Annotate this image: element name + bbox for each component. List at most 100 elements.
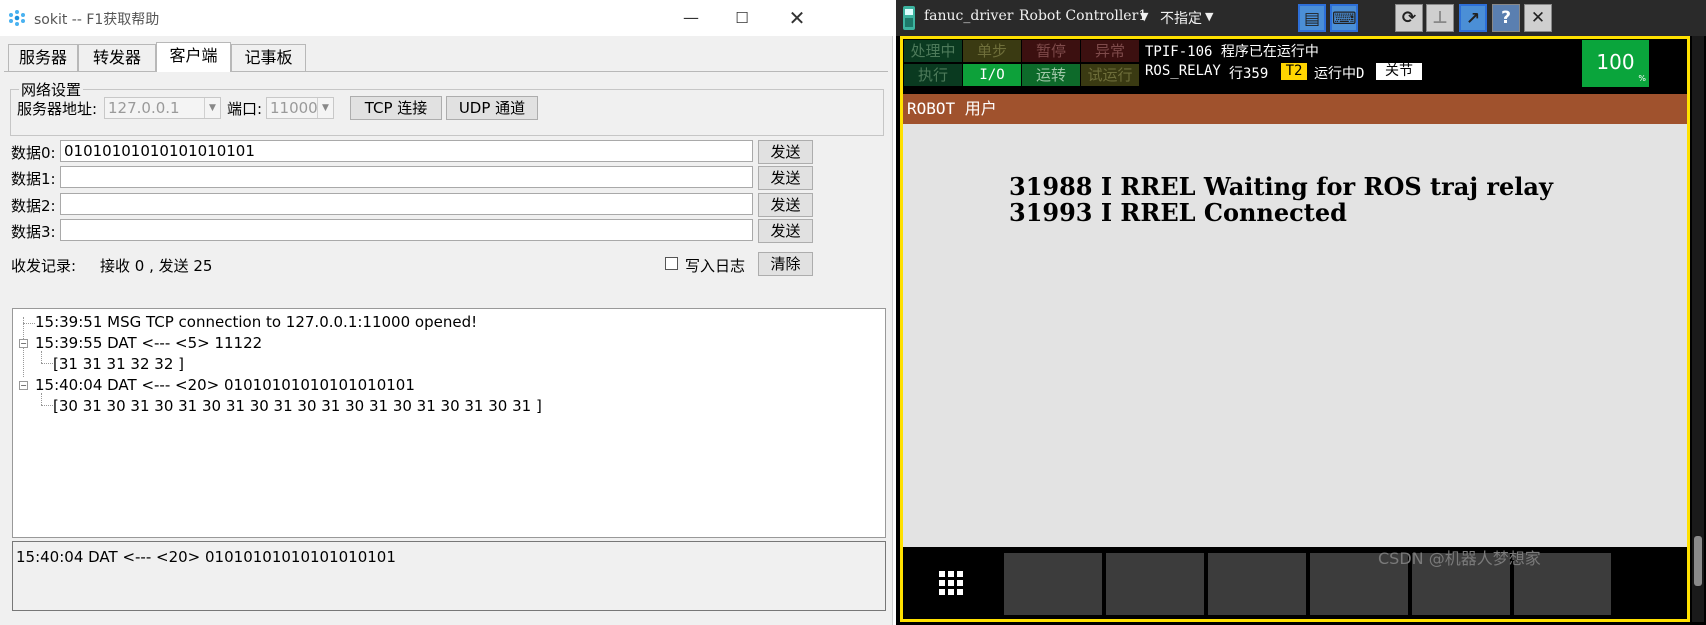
udp-channel-button[interactable]: UDP 通道 [446,96,538,120]
robot-icon[interactable]: ⊥ [1426,4,1454,32]
log-entry-detail[interactable]: [31 31 31 32 32 ] [53,355,184,373]
status-hold: 暂停 [1022,40,1080,62]
tab-notepad[interactable]: 记事板 [231,44,306,71]
unspecified-label[interactable]: 不指定 [1160,8,1202,28]
tab-forwarder[interactable]: 转发器 [78,44,156,71]
tree-line [41,405,53,406]
tcp-connect-button[interactable]: TCP 连接 [350,96,442,120]
log-tree[interactable]: 15:39:51 MSG TCP connection to 127.0.0.1… [12,308,886,538]
minimize-icon[interactable]: — [678,6,704,30]
screen-icon[interactable]: ▤ [1298,4,1326,32]
tree-line [41,393,42,405]
user-screen: 31988 I RREL Waiting for ROS traj relay … [903,124,1687,547]
send-data1-button[interactable]: 发送 [758,166,813,190]
override-indicator[interactable]: 100 % [1582,40,1649,87]
data2-input[interactable] [60,193,753,215]
tree-line [41,363,53,364]
f3-key[interactable] [1208,553,1306,615]
title-bar: sokit -- F1获取帮助 — ☐ ✕ [0,0,893,36]
data0-input[interactable]: 01010101010101010101 [60,140,753,162]
scrollbar-thumb[interactable] [1694,536,1702,586]
function-key-bar [903,549,1687,619]
record-counts: 接收 0 , 发送 25 [100,257,213,275]
coord-badge: 关节 [1376,63,1422,80]
message-line1: TPIF-106 程序已在运行中 [1145,44,1319,60]
program-tab-name[interactable]: fanuc_driver [924,8,1013,24]
refresh-icon[interactable]: ⟳ [1395,4,1423,32]
chevron-down-icon[interactable]: ▼ [1205,10,1213,23]
record-label: 收发记录: [11,257,77,275]
close-icon[interactable]: ✕ [784,6,810,30]
status-prod: 运转 [1022,64,1080,86]
screen-title: ROBOT 用户 [903,94,1687,124]
status-panel: 15:40:04 DAT <--- <20> 01010101010101010… [12,541,886,611]
status-io: I/O [963,64,1021,86]
status-step: 单步 [963,40,1021,62]
tab-server[interactable]: 服务器 [8,44,78,71]
status-text: 15:40:04 DAT <--- <20> 01010101010101010… [16,548,396,566]
log-entry-detail[interactable]: [30 31 30 31 30 31 30 31 30 31 30 31 30 … [53,397,542,415]
chevron-down-icon[interactable]: ▼ [204,98,220,118]
send-data0-button[interactable]: 发送 [758,140,813,164]
collapse-icon[interactable]: − [19,339,28,348]
status-test-cycle: 试运行 [1081,64,1139,86]
mode-badge: T2 [1281,63,1307,80]
port-label: 端口: [227,100,263,118]
grid-menu-icon [939,571,963,595]
scrollbar[interactable] [1692,36,1704,622]
write-log-label: 写入日志 [685,257,746,275]
data1-input[interactable] [60,166,753,188]
screen-line: 31993 I RREL Connected [1009,198,1347,227]
server-address-label: 服务器地址: [17,100,98,118]
chevron-down-icon[interactable]: ▼ [1140,10,1148,23]
keyboard-icon[interactable]: ⌨ [1330,4,1358,32]
close-icon[interactable]: ✕ [1524,4,1552,32]
tree-line [23,323,35,324]
clear-button[interactable]: 清除 [758,252,813,276]
f2-key[interactable] [1106,553,1204,615]
tree-line [41,351,42,363]
override-value: 100 [1596,50,1635,74]
write-log-checkbox[interactable] [665,257,678,270]
share-icon[interactable]: ↗ [1459,4,1487,32]
status-run: 执行 [904,64,962,86]
pendant-frame: 处理中 单步 暂停 异常 执行 I/O 运转 试运行 TPIF-106 程序已在… [900,36,1690,622]
port-combo[interactable]: 11000 ▼ [266,97,334,119]
watermark: CSDN @机器人梦想家 [1378,549,1541,568]
controller-name[interactable]: Robot Controller1 [1019,8,1147,24]
data3-input[interactable] [60,219,753,241]
maximize-icon[interactable]: ☐ [729,6,755,30]
menu-key[interactable] [903,553,999,615]
network-settings-legend: 网络设置 [19,79,84,100]
status-busy: 处理中 [904,40,962,62]
log-entry[interactable]: 15:39:51 MSG TCP connection to 127.0.0.1… [35,313,477,331]
message-area: TPIF-106 程序已在运行中 ROS_RELAY 行359 T2 运行中D … [1143,39,1577,87]
collapse-icon[interactable]: − [19,381,28,390]
program-name: ROS_RELAY [1145,63,1221,79]
chevron-down-icon[interactable]: ▼ [317,98,333,118]
port-value: 11000 [270,99,318,117]
data0-label: 数据0: [11,144,56,162]
server-address-combo[interactable]: 127.0.0.1 ▼ [104,97,221,119]
help-icon[interactable]: ? [1492,4,1520,32]
fanuc-toolbar: fanuc_driver Robot Controller1 ▼ 不指定 ▼ ▤… [896,0,1706,36]
window-title: sokit -- F1获取帮助 [34,12,160,28]
data1-label: 数据1: [11,170,56,188]
send-data3-button[interactable]: 发送 [758,219,813,243]
tab-client[interactable]: 客户端 [156,42,231,72]
screen-line: 31988 I RREL Waiting for ROS traj relay [1009,172,1553,201]
program-line: 行359 [1229,66,1269,82]
f1-key[interactable] [1004,553,1102,615]
data2-label: 数据2: [11,197,56,215]
send-data2-button[interactable]: 发送 [758,193,813,217]
server-address-value: 127.0.0.1 [108,99,180,117]
fanuc-window: fanuc_driver Robot Controller1 ▼ 不指定 ▼ ▤… [896,0,1706,625]
log-entry[interactable]: 15:39:55 DAT <--- <5> 11122 [35,334,262,352]
data3-label: 数据3: [11,223,56,241]
run-state: 运行中D [1314,66,1365,82]
sokit-window: sokit -- F1获取帮助 — ☐ ✕ 服务器 转发器 客户端 记事板 网络… [0,0,893,625]
log-entry[interactable]: 15:40:04 DAT <--- <20> 01010101010101010… [35,376,415,394]
teach-pendant-icon [903,6,915,30]
status-fault: 异常 [1081,40,1139,62]
sokit-app-icon [9,10,25,26]
